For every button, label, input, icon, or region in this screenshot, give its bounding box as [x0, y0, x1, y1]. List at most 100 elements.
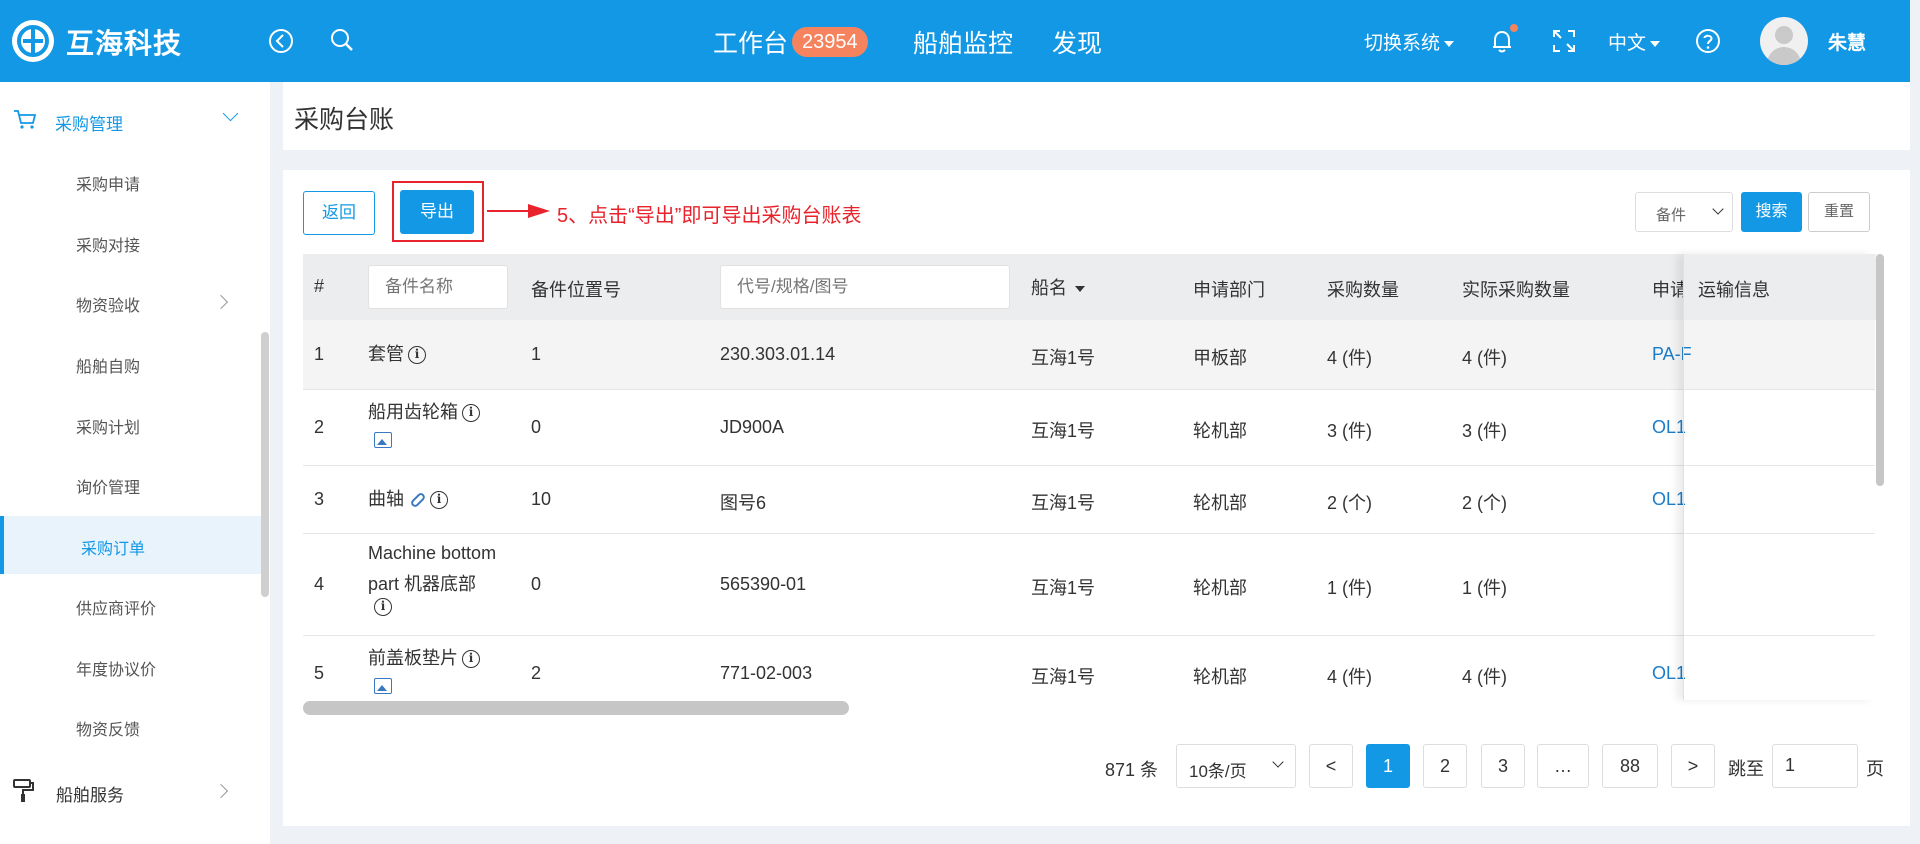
image-icon[interactable] — [374, 678, 392, 694]
cell-name: 套管 i — [368, 340, 426, 366]
sidebar: 采购管理 采购申请 采购对接 物资验收 船舶自购 采购计划 询价管理 采购订单 … — [0, 82, 270, 844]
sidebar-item-label: 采购对接 — [76, 238, 141, 255]
filter-type-value: 备件 — [1656, 207, 1687, 224]
image-icon[interactable] — [374, 432, 392, 448]
page-size-value: 10条/页 — [1189, 762, 1247, 781]
annotation-text: 5、点击“导出”即可导出采购台账表 — [557, 205, 862, 227]
cell-position: 2 — [531, 663, 542, 683]
table-vertical-scrollbar[interactable] — [1876, 254, 1884, 486]
fixed-column-header: 运输信息 — [1684, 254, 1876, 320]
col-index: # — [314, 276, 325, 296]
sidebar-item-material-acceptance[interactable]: 物资验收 — [0, 273, 262, 331]
sidebar-group-ship-service[interactable]: 船舶服务 — [0, 762, 262, 820]
nav-discover[interactable]: 发现 — [1052, 24, 1102, 60]
cell-actual-qty: 2 (个) — [1462, 493, 1507, 513]
cell-apply-link[interactable]: OL1 — [1652, 417, 1686, 438]
sidebar-item-material-feedback[interactable]: 物资反馈 — [0, 697, 262, 755]
sidebar-item-inquiry[interactable]: 询价管理 — [0, 455, 262, 513]
cell-ship: 互海1号 — [1031, 667, 1096, 687]
back-button[interactable]: 返回 — [303, 191, 375, 235]
table-row[interactable]: 4 Machine bottom part 机器底部 i 0 565390-01… — [303, 534, 1875, 636]
page-2-button[interactable]: 2 — [1423, 744, 1467, 788]
chevron-down-icon — [222, 105, 239, 122]
chevron-down-icon — [1712, 203, 1724, 215]
sidebar-group-label: 采购管理 — [55, 115, 123, 134]
table-row[interactable]: 5 前盖板垫片 i 2 771-02-003 互海1号 轮机部 4 (件) 4 (… — [303, 636, 1875, 700]
reset-button[interactable]: 重置 — [1808, 192, 1870, 232]
page-88-button[interactable]: 88 — [1602, 744, 1658, 788]
avatar[interactable] — [1760, 17, 1808, 65]
cell-position: 0 — [531, 574, 542, 594]
cell-qty: 4 (件) — [1327, 667, 1372, 687]
cell-qty: 1 (件) — [1327, 578, 1372, 598]
cell-ship: 互海1号 — [1031, 348, 1096, 368]
col-dept: 申请部门 — [1193, 280, 1265, 300]
code-filter-input[interactable] — [720, 265, 1010, 309]
caret-down-icon — [1444, 40, 1455, 47]
sidebar-item-label: 物资反馈 — [76, 722, 141, 739]
back-circle-icon[interactable] — [266, 26, 296, 56]
cell-apply-link[interactable]: OL1 — [1652, 663, 1686, 684]
language-dropdown[interactable]: 中文 — [1608, 28, 1661, 55]
col-ship-filter[interactable]: 船名 — [1031, 274, 1085, 300]
search-button[interactable]: 搜索 — [1741, 192, 1802, 232]
cell-name-line1: Machine bottom — [368, 543, 497, 563]
sidebar-scrollbar[interactable] — [261, 332, 269, 597]
search-icon[interactable] — [327, 26, 357, 56]
sidebar-item-label: 物资验收 — [76, 298, 141, 315]
col-qty: 采购数量 — [1327, 280, 1399, 300]
name-filter-input[interactable] — [368, 265, 508, 309]
cell-name-text: 套管 — [368, 344, 404, 364]
cell-ship: 互海1号 — [1031, 493, 1096, 513]
cell-index: 4 — [314, 574, 325, 594]
info-icon[interactable]: i — [462, 404, 480, 423]
info-icon[interactable]: i — [462, 650, 480, 669]
sidebar-item-purchase-plan[interactable]: 采购计划 — [0, 395, 262, 453]
page-3-button[interactable]: 3 — [1481, 744, 1525, 788]
page-1-button[interactable]: 1 — [1366, 744, 1410, 788]
sidebar-item-purchase-order[interactable]: 采购订单 — [0, 516, 262, 574]
switch-system-dropdown[interactable]: 切换系统 — [1364, 28, 1455, 55]
col-transport: 运输信息 — [1698, 280, 1770, 300]
cell-name: 前盖板垫片 i — [368, 644, 480, 670]
sidebar-item-label: 询价管理 — [76, 480, 141, 497]
table-row[interactable]: 3 曲轴 i 10 图号6 互海1号 轮机部 2 (个) 2 (个) OL1 — [303, 466, 1875, 534]
sidebar-item-purchase-matching[interactable]: 采购对接 — [0, 213, 262, 271]
filter-type-select[interactable]: 备件 — [1635, 192, 1733, 232]
logo-icon — [12, 20, 54, 62]
nav-ship-monitor[interactable]: 船舶监控 — [913, 24, 1013, 60]
page-size-select[interactable]: 10条/页 — [1176, 744, 1296, 788]
info-icon[interactable]: i — [430, 491, 448, 510]
info-icon[interactable]: i — [408, 346, 426, 365]
sidebar-group-label: 船舶服务 — [56, 786, 124, 805]
link-icon[interactable] — [409, 491, 427, 509]
sidebar-item-ship-self-purchase[interactable]: 船舶自购 — [0, 334, 262, 392]
paint-roller-icon — [13, 779, 34, 802]
sidebar-item-supplier-evaluation[interactable]: 供应商评价 — [0, 576, 262, 634]
nav-workbench[interactable]: 工作台 — [713, 24, 788, 60]
cell-code: JD900A — [720, 417, 785, 437]
sidebar-item-label: 船舶自购 — [76, 359, 141, 376]
cell-index: 1 — [314, 344, 325, 364]
sidebar-item-annual-price[interactable]: 年度协议价 — [0, 637, 262, 695]
next-page-button[interactable]: > — [1671, 744, 1715, 788]
cell-name-text: 前盖板垫片 — [368, 648, 458, 668]
cell-apply-link[interactable]: OL1 — [1652, 489, 1686, 510]
table-row[interactable]: 2 船用齿轮箱 i 0 JD900A 互海1号 轮机部 3 (件) 3 (件) O… — [303, 390, 1875, 466]
jump-page-input[interactable]: 1 — [1772, 744, 1858, 788]
fullscreen-icon[interactable] — [1549, 26, 1579, 56]
sidebar-item-purchase-request[interactable]: 采购申请 — [0, 152, 262, 210]
sidebar-group-purchase[interactable]: 采购管理 — [0, 96, 270, 144]
col-position: 备件位置号 — [531, 280, 621, 300]
cell-index: 3 — [314, 489, 325, 509]
info-icon[interactable]: i — [374, 598, 392, 616]
page-ellipsis[interactable]: … — [1537, 744, 1589, 788]
table-row[interactable]: 1 套管 i 1 230.303.01.14 互海1号 甲板部 4 (件) 4 (… — [303, 320, 1875, 390]
sidebar-item-label: 采购订单 — [81, 541, 146, 558]
cell-actual-qty: 4 (件) — [1462, 667, 1507, 687]
help-icon[interactable] — [1693, 26, 1723, 56]
cell-dept: 轮机部 — [1193, 578, 1247, 598]
prev-page-button[interactable]: < — [1309, 744, 1353, 788]
table-horizontal-scrollbar[interactable] — [303, 701, 849, 715]
username[interactable]: 朱慧 — [1828, 28, 1866, 55]
